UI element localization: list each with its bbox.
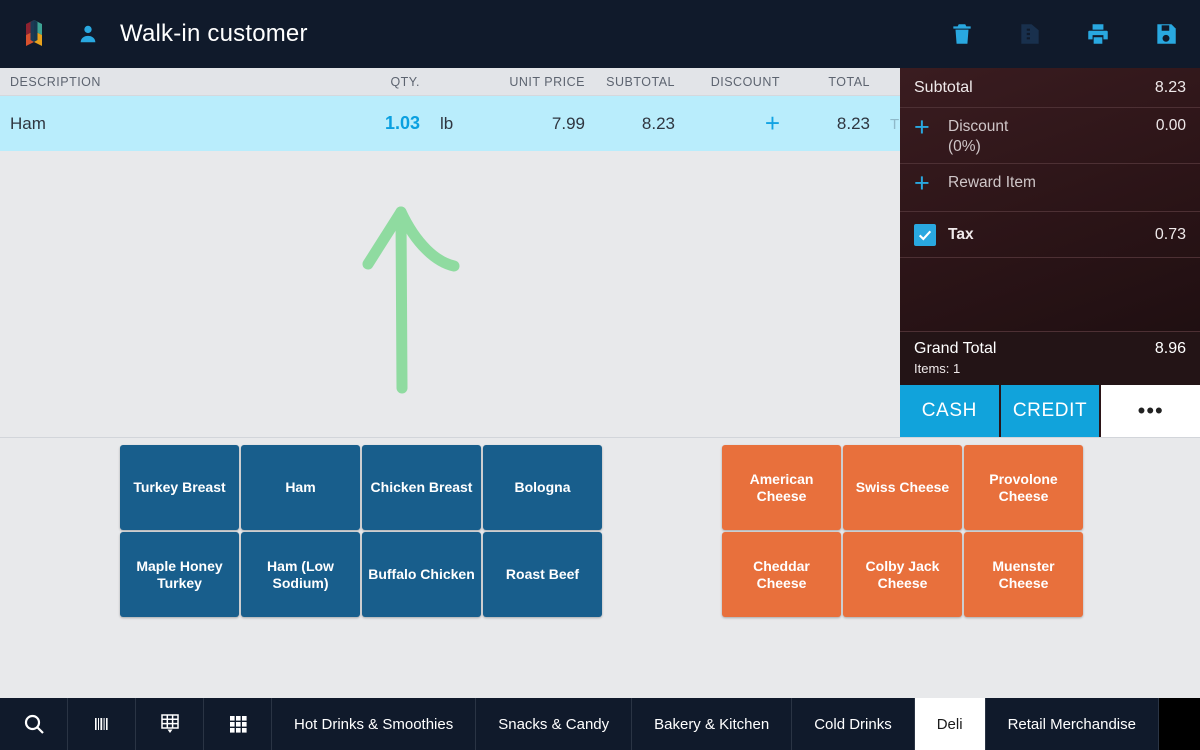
row-tax-flag: T — [890, 115, 900, 133]
grand-total-block: Grand Total 8.96 Items: 1 — [900, 331, 1200, 385]
row-unit-price[interactable]: 7.99 — [490, 114, 595, 134]
tab-deli[interactable]: Deli — [914, 698, 986, 750]
tab-snacks-candy[interactable]: Snacks & Candy — [476, 698, 633, 750]
annotation-arrow-icon — [362, 206, 460, 394]
row-add-discount-button[interactable]: + — [685, 110, 790, 137]
save-order-button[interactable] — [1132, 0, 1200, 68]
tax-label: Tax — [948, 225, 974, 243]
customer-name-label[interactable]: Walk-in customer — [120, 20, 308, 48]
credit-button[interactable]: CREDIT — [1000, 385, 1102, 437]
subtotal-value: 8.23 — [1154, 78, 1186, 96]
qty-value: 1.03 — [384, 113, 420, 133]
column-header-unit-price: UNIT PRICE — [509, 74, 585, 89]
column-header-subtotal: SUBTOTAL — [606, 74, 675, 89]
discount-label-text: Discount — [948, 118, 1009, 135]
summary-reward-row[interactable]: + Reward Item — [900, 164, 1200, 212]
product-button-muenster-cheese[interactable]: Muenster Cheese — [964, 532, 1083, 617]
column-header-qty: QTY. — [390, 74, 420, 89]
discount-value: 0.00 — [1155, 117, 1186, 134]
leaf-logo-icon — [26, 20, 42, 46]
table-row[interactable]: Ham 1.03 lb 7.99 8.23 + 8.23 T — [0, 96, 900, 151]
product-button-ham[interactable]: Ham — [241, 445, 360, 530]
person-icon — [80, 25, 96, 43]
product-button-roast-beef[interactable]: Roast Beef — [483, 532, 602, 617]
row-qty[interactable]: 1.03 — [370, 113, 430, 134]
order-area: DESCRIPTION QTY. UNIT PRICE SUBTOTAL DIS… — [0, 68, 900, 437]
print-order-button[interactable] — [1064, 0, 1132, 68]
grand-total-value: 8.96 — [1154, 340, 1186, 357]
column-header-description: DESCRIPTION — [10, 74, 101, 89]
tab-hot-drinks-smoothies[interactable]: Hot Drinks & Smoothies — [272, 698, 477, 750]
product-button-colby-jack-cheese[interactable]: Colby Jack Cheese — [843, 532, 962, 617]
grand-total-label: Grand Total — [914, 340, 997, 357]
add-discount-button[interactable]: + — [914, 114, 948, 141]
payment-buttons: CASH CREDIT ••• — [900, 385, 1200, 437]
all-categories-button[interactable] — [204, 698, 272, 750]
product-button-cheddar-cheese[interactable]: Cheddar Cheese — [722, 532, 841, 617]
trash-icon — [953, 24, 971, 44]
top-bar: Walk-in customer — [0, 0, 1200, 68]
row-subtotal: 8.23 — [641, 113, 675, 133]
save-icon — [1157, 24, 1176, 44]
note-icon — [1021, 24, 1039, 44]
reward-item-label: Reward Item — [948, 174, 1036, 191]
pos-app: Walk-in customer DESCRIPTION QTY. UNIT P… — [0, 0, 1200, 750]
tab-bakery-kitchen[interactable]: Bakery & Kitchen — [632, 698, 793, 750]
barcode-scan-button[interactable] — [68, 698, 136, 750]
product-button-swiss-cheese[interactable]: Swiss Cheese — [843, 445, 962, 530]
product-button-chicken-breast[interactable]: Chicken Breast — [362, 445, 481, 530]
printer-icon — [1088, 24, 1108, 44]
items-count-label: Items: 1 — [914, 361, 961, 376]
tab-retail-merchandise[interactable]: Retail Merchandise — [985, 698, 1159, 750]
tax-checkbox[interactable] — [914, 223, 936, 246]
search-icon — [24, 714, 44, 734]
summary-subtotal-row: Subtotal 8.23 — [900, 68, 1200, 108]
cheese-product-group: American Cheese Swiss Cheese Provolone C… — [722, 445, 1083, 617]
customer-avatar-icon[interactable] — [68, 23, 108, 45]
apps-grid-icon — [229, 716, 247, 733]
summary-tax-row[interactable]: Tax 0.73 — [900, 212, 1200, 258]
product-button-american-cheese[interactable]: American Cheese — [722, 445, 841, 530]
product-button-buffalo-chicken[interactable]: Buffalo Chicken — [362, 532, 481, 617]
discount-percent-text: (0%) — [948, 138, 981, 155]
summary-spacer — [900, 258, 1200, 331]
meat-product-group: Turkey Breast Ham Chicken Breast Bologna… — [120, 445, 602, 617]
order-table-header: DESCRIPTION QTY. UNIT PRICE SUBTOTAL DIS… — [0, 68, 900, 96]
bottom-bar: Hot Drinks & Smoothies Snacks & Candy Ba… — [0, 698, 1200, 750]
product-button-provolone-cheese[interactable]: Provolone Cheese — [964, 445, 1083, 530]
cash-button[interactable]: CASH — [900, 385, 1001, 437]
product-button-ham-low-sodium[interactable]: Ham (Low Sodium) — [241, 532, 360, 617]
check-icon — [918, 230, 932, 241]
delete-order-button[interactable] — [928, 0, 996, 68]
summary-discount-row[interactable]: + Discount (0%) 0.00 — [900, 108, 1200, 164]
more-payment-options-button[interactable]: ••• — [1101, 385, 1200, 437]
column-header-discount: DISCOUNT — [710, 74, 780, 89]
subtotal-label: Subtotal — [914, 78, 973, 96]
app-logo — [0, 0, 68, 68]
add-reward-item-button[interactable]: + — [914, 170, 948, 197]
product-button-turkey-breast[interactable]: Turkey Breast — [120, 445, 239, 530]
top-actions — [928, 0, 1200, 68]
row-description: Ham — [10, 113, 46, 133]
barcode-icon — [94, 718, 108, 730]
product-button-bologna[interactable]: Bologna — [483, 445, 602, 530]
grid-dropdown-icon — [160, 714, 179, 733]
order-summary-panel: Subtotal 8.23 + Discount (0%) 0.00 + Rew… — [900, 68, 1200, 437]
product-button-maple-honey-turkey[interactable]: Maple Honey Turkey — [120, 532, 239, 617]
order-note-button[interactable] — [996, 0, 1064, 68]
discount-label: Discount (0%) — [948, 114, 1156, 157]
row-unit: lb — [440, 113, 454, 133]
tax-value: 0.73 — [1154, 225, 1186, 243]
column-header-total: TOTAL — [828, 74, 870, 89]
plus-icon: + — [764, 108, 780, 138]
tab-cold-drinks[interactable]: Cold Drinks — [792, 698, 915, 750]
search-button[interactable] — [0, 698, 68, 750]
table-layout-button[interactable] — [136, 698, 204, 750]
row-total: 8.23 — [836, 113, 870, 133]
